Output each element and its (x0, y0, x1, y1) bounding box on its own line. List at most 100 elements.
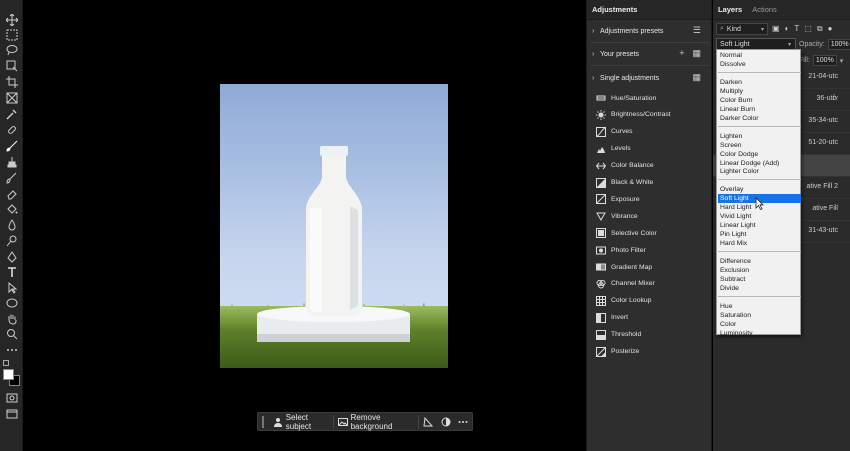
blend-mode-option[interactable]: Linear Burn (718, 105, 801, 114)
tab-layers[interactable]: Layers (713, 5, 747, 14)
adjustment-item-hue-saturation[interactable]: Hue/Saturation (595, 91, 705, 105)
blend-mode-option[interactable]: Screen (718, 141, 801, 150)
blend-mode-option[interactable]: Lighter Color (718, 167, 801, 176)
remove-background-label: Remove background (350, 412, 393, 431)
dodge-tool-icon[interactable] (3, 234, 20, 248)
brush-tool-icon[interactable] (3, 139, 20, 153)
tab-actions[interactable]: Actions (747, 5, 782, 14)
object-selection-icon[interactable] (3, 59, 20, 73)
add-preset-icon[interactable]: + (679, 48, 684, 59)
blend-mode-option[interactable]: Color Burn (718, 96, 801, 105)
zoom-tool-icon[interactable] (3, 327, 20, 341)
smart-object-filter-icon[interactable]: ⧉ (817, 24, 823, 34)
select-subject-button[interactable]: Select subject (269, 413, 334, 431)
blend-mode-option[interactable]: Lighten (718, 132, 801, 141)
opacity-input[interactable]: 100% (827, 39, 850, 50)
lasso-tool-icon[interactable] (3, 43, 20, 57)
blend-mode-option[interactable]: Multiply (718, 87, 801, 96)
hand-tool-icon[interactable] (3, 312, 20, 326)
eraser-icon[interactable] (3, 187, 20, 201)
blend-mode-option[interactable]: Pin Light (718, 230, 801, 239)
adjustment-item-threshold[interactable]: Threshold (595, 328, 705, 342)
adjustment-item-photo-filter[interactable]: Photo Filter (595, 243, 705, 257)
blend-mode-option[interactable]: Divide (718, 284, 801, 293)
move-tool-icon[interactable] (3, 13, 20, 27)
adjustment-item-label: Invert (611, 314, 628, 322)
blend-mode-option[interactable]: Color Dodge (718, 150, 801, 159)
adjustment-item-posterize[interactable]: Posterize (595, 345, 705, 359)
fill-input[interactable]: 100% (812, 55, 837, 66)
blend-mode-option[interactable]: Exclusion (718, 266, 801, 275)
milk-bottle-photo[interactable] (220, 84, 448, 368)
healing-brush-icon[interactable] (3, 123, 20, 137)
more-options-icon[interactable] (454, 415, 472, 429)
blur-tool-icon[interactable] (3, 218, 20, 232)
blend-mode-option[interactable]: Difference (718, 257, 801, 266)
adjustment-item-gradient-map[interactable]: Gradient Map (595, 260, 705, 274)
filter-toggle-icon[interactable]: ● (828, 24, 833, 34)
path-selection-icon[interactable] (3, 281, 20, 295)
adjustment-item-levels[interactable]: Levels (595, 142, 705, 156)
adjustment-item-channel-mixer[interactable]: Channel Mixer (595, 277, 705, 291)
crop-tool-icon[interactable] (3, 75, 20, 89)
grid-view-icon[interactable]: ▦ (692, 48, 701, 59)
blend-mode-option[interactable]: Color (718, 320, 801, 329)
blend-mode-option[interactable]: Darken (718, 78, 801, 87)
adjustment-item-color-lookup[interactable]: Color Lookup (595, 294, 705, 308)
adjustment-item-invert[interactable]: Invert (595, 311, 705, 325)
single-adjustments-section[interactable]: › Single adjustments ▦ (587, 71, 713, 85)
type-tool-icon[interactable] (3, 265, 20, 279)
foreground-color-swatch[interactable] (3, 369, 14, 380)
eyedropper-icon[interactable] (3, 107, 20, 121)
type-filter-icon[interactable]: T (794, 24, 799, 34)
adjustment-item-selective-color[interactable]: Selective Color (595, 226, 705, 240)
paint-bucket-icon[interactable] (3, 202, 20, 216)
list-view-icon[interactable]: ☰ (693, 25, 701, 36)
blend-mode-option[interactable]: Luminosity (718, 329, 801, 338)
adjustments-tab[interactable]: Adjustments (587, 0, 711, 20)
blend-mode-option[interactable]: Dissolve (718, 60, 801, 69)
history-brush-icon[interactable] (3, 171, 20, 185)
adjustment-item-color-balance[interactable]: Color Balance (595, 159, 705, 173)
adjustment-item-curves[interactable]: Curves (595, 125, 705, 139)
kind-filter-select[interactable]: ⌕ Kind ▾ (716, 23, 768, 35)
adjustment-item-vibrance[interactable]: Vibrance (595, 209, 705, 223)
layer-effects-icon[interactable]: fx (833, 95, 838, 102)
blend-mode-option[interactable]: Hard Mix (718, 239, 801, 248)
blend-mode-option[interactable]: Subtract (718, 275, 801, 284)
adjustments-presets-section[interactable]: › Adjustments presets ☰ (587, 24, 713, 38)
blend-mode-option[interactable]: Darker Color (718, 114, 801, 123)
default-colors-icon[interactable] (3, 360, 9, 366)
blend-mode-option[interactable]: Normal (718, 51, 801, 60)
adjustment-item-brightness-contrast[interactable]: Brightness/Contrast (595, 108, 705, 122)
blend-mode-option[interactable]: Linear Dodge (Add) (718, 159, 801, 168)
grid-view-icon[interactable]: ▦ (692, 72, 701, 83)
blend-mode-option[interactable]: Vivid Light (718, 212, 801, 221)
quick-mask-icon[interactable] (3, 391, 20, 405)
adjustment-filter-icon[interactable]: ◐ (785, 24, 790, 34)
blend-mode-option[interactable]: Linear Light (718, 221, 801, 230)
chevron-down-icon[interactable]: ▾ (840, 57, 844, 65)
your-presets-section[interactable]: › Your presets + ▦ (587, 47, 713, 61)
pen-tool-icon[interactable] (3, 250, 20, 264)
transform-icon[interactable] (419, 415, 437, 429)
blend-mode-option[interactable]: Saturation (718, 311, 801, 320)
adjustment-circle-icon[interactable] (437, 415, 455, 429)
shape-filter-icon[interactable]: ⬚ (804, 24, 812, 34)
screen-mode-icon[interactable] (3, 407, 20, 421)
invert-icon (595, 312, 606, 323)
blend-mode-option[interactable]: Overlay (718, 185, 801, 194)
marquee-tool-icon[interactable] (3, 28, 20, 42)
pixel-filter-icon[interactable]: ▣ (772, 24, 780, 34)
adjustment-item-black-white[interactable]: Black & White (595, 176, 705, 190)
remove-background-button[interactable]: Remove background (334, 412, 420, 431)
frame-tool-icon[interactable] (3, 91, 20, 105)
more-tools-icon[interactable] (3, 343, 20, 357)
adjustment-item-label: Black & White (611, 179, 654, 186)
blend-mode-option[interactable]: Hue (718, 302, 801, 311)
ellipse-tool-icon[interactable] (3, 296, 20, 310)
adjustment-item-exposure[interactable]: Exposure (595, 192, 705, 206)
color-lookup-icon (595, 295, 606, 306)
task-bar-grip[interactable] (262, 415, 264, 428)
clone-stamp-icon[interactable] (3, 155, 20, 169)
